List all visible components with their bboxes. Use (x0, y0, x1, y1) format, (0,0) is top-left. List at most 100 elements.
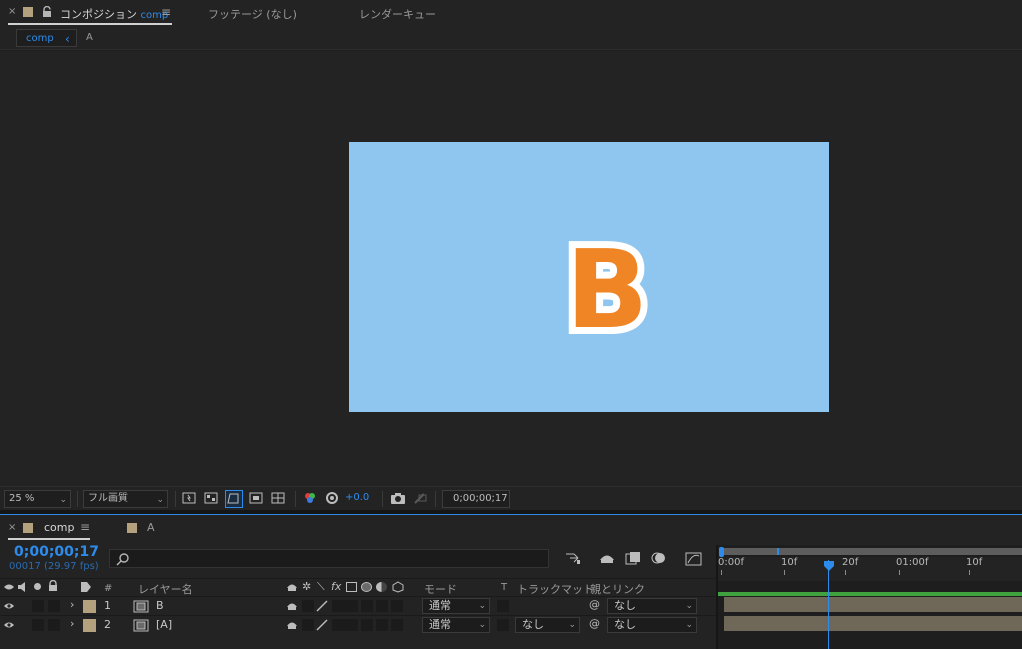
collapse-switch[interactable] (302, 600, 314, 612)
motion-blur-switch-icon (361, 582, 372, 592)
zoom-select[interactable]: 25 % ⌄ (4, 490, 71, 508)
lock-icon[interactable] (42, 5, 52, 18)
layer-name[interactable]: [A] (156, 618, 172, 631)
comp-flowchart-icon[interactable] (565, 551, 581, 568)
motion-blur-icon[interactable] (651, 551, 667, 568)
lock-icon[interactable] (48, 579, 58, 595)
mask-visibility-icon[interactable] (225, 490, 243, 508)
expand-chevron-icon[interactable]: › (70, 598, 74, 611)
tab-timeline-a[interactable]: A (147, 521, 155, 534)
layer-row[interactable]: › 1 B 通常 ⌄ @ なし ⌄ (0, 596, 716, 615)
preserve-transparency-toggle[interactable] (497, 619, 509, 631)
tab-composition[interactable]: コンポジション comp (60, 6, 168, 22)
work-area-bar[interactable] (722, 548, 1022, 555)
preserve-transparency-toggle[interactable] (497, 600, 509, 612)
label-color-swatch[interactable] (23, 7, 33, 17)
eye-header-icon[interactable] (3, 582, 15, 595)
eye-icon[interactable] (3, 620, 15, 633)
preview-marker (777, 548, 779, 555)
expand-chevron-icon[interactable]: › (70, 617, 74, 630)
timecode-field[interactable]: 0;00;00;17 (442, 490, 510, 508)
breadcrumb-comp[interactable]: comp ‹ (16, 29, 77, 47)
pick-whip-icon[interactable]: @ (589, 617, 600, 630)
frame-info: 00017 (29.97 fps) (9, 561, 99, 572)
3d-switch[interactable] (391, 619, 403, 631)
motion-blur-switch[interactable] (376, 619, 388, 631)
layer-search-field[interactable] (109, 549, 549, 568)
reset-exposure-icon[interactable] (325, 491, 341, 507)
blend-mode-value: 通常 (429, 599, 451, 612)
collapse-switch[interactable] (302, 619, 314, 631)
quality-switch-icon: ⟍ (317, 580, 325, 593)
fast-preview-icon[interactable] (182, 491, 198, 507)
shy-switch-icon[interactable] (286, 619, 298, 634)
tab-timeline-comp[interactable]: comp (44, 521, 74, 534)
label-header-icon[interactable] (80, 581, 92, 596)
panel-menu-icon[interactable]: ≡ (161, 5, 171, 21)
quality-switch-icon[interactable] (316, 619, 328, 634)
composition-canvas[interactable]: B (349, 142, 829, 412)
playhead-handle-icon[interactable] (823, 560, 835, 575)
work-area-start-handle[interactable] (719, 547, 724, 557)
graph-editor-icon[interactable] (685, 550, 703, 569)
tab-footage[interactable]: フッテージ (なし) (208, 6, 297, 22)
layer-number: 2 (104, 618, 111, 631)
toolbar-divider (77, 491, 78, 507)
3d-switch[interactable] (391, 600, 403, 612)
blend-mode-select[interactable]: 通常 ⌄ (422, 598, 490, 614)
camera-icon[interactable] (390, 491, 406, 507)
layer-name[interactable]: B (156, 599, 164, 612)
current-time-display[interactable]: 0;00;00;17 (14, 544, 99, 560)
layer-b-graphic: B (559, 221, 655, 360)
frame-blending-icon[interactable] (625, 551, 641, 568)
close-tab-button[interactable]: × (8, 522, 16, 533)
channel-rgb-icon[interactable] (303, 491, 319, 507)
active-tab-indicator (8, 23, 172, 25)
header-layer-name[interactable]: レイヤー名 (138, 581, 193, 597)
solo-header-icon[interactable] (34, 583, 41, 590)
transparency-grid-icon[interactable] (204, 491, 220, 507)
blend-mode-select[interactable]: 通常 ⌄ (422, 617, 490, 633)
layer-number: 1 (104, 599, 111, 612)
search-input[interactable] (134, 551, 534, 566)
effect-switch[interactable] (332, 600, 358, 612)
shy-switch-icon[interactable] (286, 600, 298, 615)
layer-label-color[interactable] (83, 619, 96, 632)
label-color-swatch[interactable] (23, 523, 33, 533)
solo-toggle[interactable] (32, 619, 44, 631)
tab-render-queue[interactable]: レンダーキュー (359, 6, 436, 22)
layer-row[interactable]: › 2 [A] 通常 ⌄ なし ⌄ @ なし ⌄ (0, 615, 716, 634)
exposure-value[interactable]: +0.0 (345, 492, 369, 503)
eye-icon[interactable] (3, 601, 15, 614)
render-status-bar (718, 592, 1022, 596)
track-matte-select[interactable]: なし ⌄ (515, 617, 580, 633)
layer-label-color[interactable] (83, 600, 96, 613)
frame-blend-switch[interactable] (361, 619, 373, 631)
label-color-swatch[interactable] (127, 523, 137, 533)
audio-header-icon[interactable] (17, 581, 29, 596)
panel-menu-icon[interactable]: ≡ (80, 520, 90, 534)
solo-toggle[interactable] (32, 600, 44, 612)
show-snapshot-icon[interactable] (412, 491, 428, 507)
grid-guides-icon[interactable] (271, 491, 287, 507)
chevron-down-icon: ⌄ (568, 620, 576, 630)
motion-blur-switch[interactable] (376, 600, 388, 612)
parent-select[interactable]: なし ⌄ (607, 598, 697, 614)
resolution-select[interactable]: フル画質 ⌄ (83, 490, 168, 508)
pick-whip-icon[interactable]: @ (589, 598, 600, 611)
breadcrumb-a[interactable]: A (86, 29, 93, 47)
frame-blend-switch[interactable] (361, 600, 373, 612)
layer-bar-b[interactable] (724, 597, 1022, 612)
composition-viewer[interactable]: B (0, 51, 1022, 486)
layer-bar-a[interactable] (724, 616, 1022, 631)
lock-toggle[interactable] (48, 600, 60, 612)
parent-select[interactable]: なし ⌄ (607, 617, 697, 633)
frame-blend-switch-icon (346, 582, 357, 592)
region-of-interest-icon[interactable] (249, 491, 265, 507)
shy-layers-icon[interactable] (598, 551, 616, 568)
quality-switch-icon[interactable] (316, 600, 328, 615)
effect-switch[interactable] (332, 619, 358, 631)
lock-toggle[interactable] (48, 619, 60, 631)
header-layer-number: # (104, 583, 113, 594)
close-tab-button[interactable]: × (8, 6, 16, 22)
